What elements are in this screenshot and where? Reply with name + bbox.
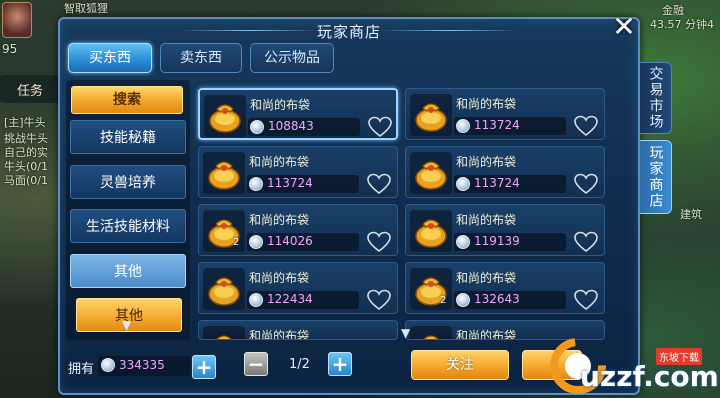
quest-tab[interactable]: 任务 (0, 75, 60, 103)
close-button[interactable]: ✕ (610, 13, 638, 42)
quest-line-1: [主]牛头 (4, 116, 46, 129)
prev-page-button[interactable]: − (244, 352, 268, 376)
favorite-heart-icon[interactable] (367, 173, 391, 195)
shop-item-card[interactable]: 和尚的布袋 113724 (198, 146, 398, 198)
player-level: 95 (2, 42, 18, 56)
shop-item-card[interactable]: 2 和尚的布袋 132643 (405, 262, 605, 314)
favorite-heart-icon[interactable] (367, 231, 391, 253)
cloth-bag-icon (410, 152, 452, 194)
silver-coin-icon (101, 358, 115, 372)
category-skill-books[interactable]: 技能秘籍 (70, 120, 186, 154)
grid-scroll-chevron-icon[interactable]: ▼ (401, 326, 410, 340)
shop-item-card[interactable]: 和尚的布袋 (198, 320, 398, 340)
watermark-text: uzzf.com (580, 360, 719, 393)
item-name: 和尚的布袋 (250, 98, 311, 112)
site-watermark-logo: 东坡下载 uzzf.com (548, 330, 720, 398)
shop-item-card[interactable]: 和尚的布袋 119139 (405, 204, 605, 256)
item-price-box: 113724 (454, 175, 566, 193)
item-price-box: 113724 (247, 175, 359, 193)
item-price: 119139 (474, 234, 520, 248)
right-building-label: 建筑 (680, 208, 702, 221)
shop-item-card[interactable]: 和尚的布袋 113724 (405, 88, 605, 140)
silver-coin-icon (249, 235, 263, 249)
item-price: 108843 (268, 119, 314, 133)
favorite-heart-icon[interactable] (574, 173, 598, 195)
silver-coin-icon (249, 293, 263, 307)
item-name: 和尚的布袋 (249, 213, 310, 227)
item-name: 和尚的布袋 (456, 213, 517, 227)
cloth-bag-icon (203, 152, 245, 194)
item-price: 113724 (474, 118, 520, 132)
shop-item-card[interactable]: 和尚的布袋 108843 (198, 88, 398, 140)
item-name: 和尚的布袋 (249, 329, 310, 340)
item-price-box: 119139 (454, 233, 566, 251)
category-life-skill-materials[interactable]: 生活技能材料 (70, 209, 186, 243)
item-price: 132643 (474, 292, 520, 306)
shop-item-card[interactable]: 和尚的布袋 113724 (405, 146, 605, 198)
top-quest-text: 智取狐狸 (64, 2, 108, 15)
favorite-heart-icon[interactable] (367, 289, 391, 311)
page-indicator: 1/2 (289, 357, 310, 372)
favorite-heart-icon[interactable] (574, 231, 598, 253)
silver-coin-icon (456, 177, 470, 191)
item-price-box: 108843 (248, 118, 360, 136)
item-name: 和尚的布袋 (249, 271, 310, 285)
money-display: 334335 (98, 356, 190, 376)
item-name: 和尚的布袋 (456, 329, 517, 340)
item-price: 113724 (267, 176, 313, 190)
item-price-box: 114026 (247, 233, 359, 251)
item-name: 和尚的布袋 (456, 271, 517, 285)
cloth-bag-icon (203, 268, 245, 310)
window-title: 玩家商店 (316, 23, 381, 41)
item-name: 和尚的布袋 (456, 97, 517, 111)
next-page-button[interactable]: + (328, 352, 352, 376)
shop-item-card[interactable]: 和尚的布袋 122434 (198, 262, 398, 314)
tab-sell[interactable]: 卖东西 (160, 43, 242, 73)
shop-item-card[interactable]: 2 和尚的布袋 114026 (198, 204, 398, 256)
category-other[interactable]: 其他 (70, 254, 186, 288)
player-avatar[interactable] (2, 2, 32, 38)
cloth-bag-icon (410, 210, 452, 252)
quest-line-5: 马面(0/1 (4, 174, 48, 187)
side-tab-player-shop[interactable]: 玩家商店 (640, 140, 672, 214)
silver-coin-icon (456, 119, 470, 133)
own-label: 拥有 (68, 362, 95, 377)
item-price: 114026 (267, 234, 313, 248)
silver-coin-icon (456, 235, 470, 249)
top-right-subtext: 43.57 分钟4 (650, 18, 714, 31)
cloth-bag-icon (410, 326, 452, 339)
item-price: 113724 (474, 176, 520, 190)
silver-coin-icon (250, 120, 264, 134)
tab-buy[interactable]: 买东西 (68, 43, 152, 73)
item-price-box: 122434 (247, 291, 359, 309)
item-price: 122434 (267, 292, 313, 306)
item-name: 和尚的布袋 (456, 155, 517, 169)
tab-public-items[interactable]: 公示物品 (250, 43, 334, 73)
add-money-button[interactable]: + (192, 355, 216, 379)
chevron-down-icon[interactable]: ▼ (122, 318, 131, 332)
item-quantity: 2 (233, 237, 240, 248)
search-button[interactable]: 搜索 (71, 86, 183, 114)
favorite-heart-icon[interactable] (368, 116, 392, 138)
cloth-bag-icon (203, 326, 245, 339)
item-price-box: 132643 (454, 291, 566, 309)
silver-coin-icon (249, 177, 263, 191)
follow-button[interactable]: 关注 (411, 350, 509, 380)
favorite-heart-icon[interactable] (574, 115, 598, 137)
money-amount: 334335 (119, 358, 165, 372)
cloth-bag-icon (204, 95, 246, 137)
item-price-box: 113724 (454, 117, 566, 135)
silver-coin-icon (456, 293, 470, 307)
item-name: 和尚的布袋 (249, 155, 310, 169)
category-pet-training[interactable]: 灵兽培养 (70, 165, 186, 199)
item-quantity: 2 (440, 295, 447, 306)
cloth-bag-icon (410, 94, 452, 136)
side-tab-trade-market[interactable]: 交易市场 (640, 62, 672, 134)
favorite-heart-icon[interactable] (574, 289, 598, 311)
